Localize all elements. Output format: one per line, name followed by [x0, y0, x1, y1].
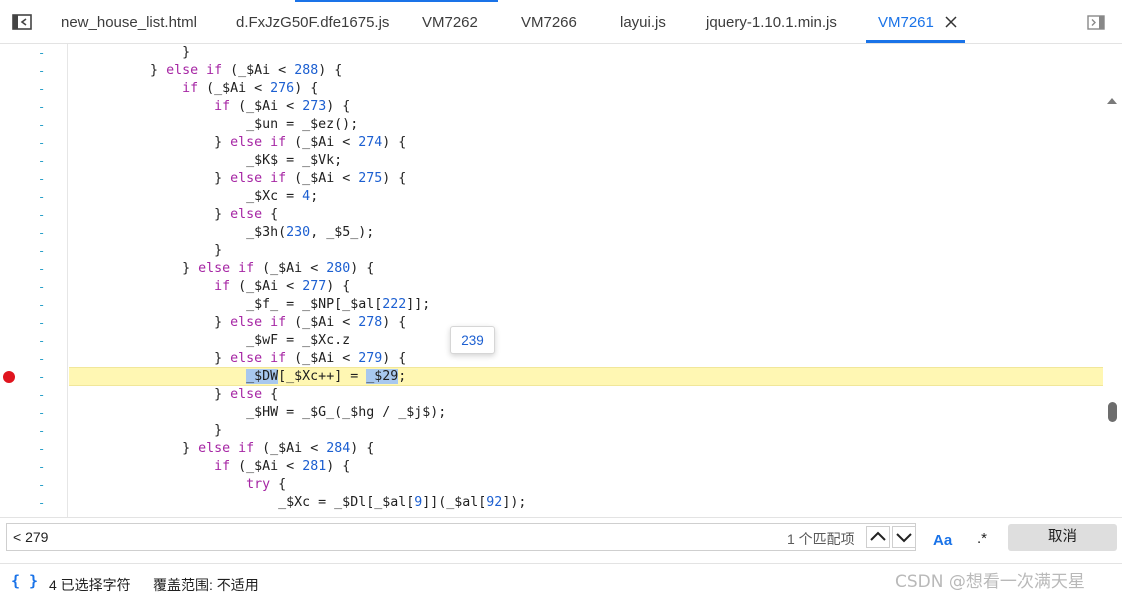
tab-vm7261[interactable]: VM7261 — [878, 0, 934, 44]
pretty-print-icon[interactable]: { } — [11, 572, 38, 590]
gutter-marker[interactable]: - — [38, 422, 48, 440]
code-editor[interactable]: -------------------------- } } else if (… — [0, 44, 1122, 517]
code-line[interactable]: _$3h(230, _$5_); — [70, 224, 374, 242]
code-line[interactable]: } else { — [70, 386, 278, 404]
gutter-marker[interactable]: - — [38, 242, 48, 260]
match-count: 1 个匹配项 — [787, 531, 855, 547]
code-line[interactable]: _$Xc = _$Dl[_$al[9]](_$al[92]); — [70, 494, 526, 512]
code-line[interactable]: _$wF = _$Xc.z — [70, 332, 350, 350]
search-input[interactable]: < 279 — [6, 523, 916, 551]
watermark: CSDN @想看一次满天星 — [895, 572, 1085, 592]
gutter-marker[interactable]: - — [38, 224, 48, 242]
search-bar: < 279 1 个匹配项 Aa .* 取消 — [0, 517, 1122, 563]
status-bar: { } 4 已选择字符 覆盖范围: 不适用 CSDN @想看一次满天星 — [0, 563, 1122, 595]
gutter-marker[interactable]: - — [38, 152, 48, 170]
code-line[interactable]: } — [70, 242, 222, 260]
toggle-navigator-icon[interactable] — [12, 14, 32, 30]
gutter-marker[interactable]: - — [38, 476, 48, 494]
code-line[interactable]: } else if (_$Ai < 288) { — [70, 62, 342, 80]
regex-button[interactable]: .* — [977, 530, 987, 547]
gutter-marker[interactable]: - — [38, 278, 48, 296]
gutter-marker[interactable]: - — [38, 116, 48, 134]
code-line[interactable]: _$HW = _$G_(_$hg / _$j$); — [70, 404, 446, 422]
gutter-marker[interactable]: - — [38, 206, 48, 224]
code-line[interactable]: if (_$Ai < 273) { — [70, 98, 350, 116]
gutter-marker[interactable]: - — [38, 98, 48, 116]
toggle-debugger-icon[interactable] — [1087, 15, 1105, 30]
code-line[interactable]: } — [70, 44, 190, 62]
code-line[interactable]: if (_$Ai < 277) { — [70, 278, 350, 296]
gutter-marker[interactable]: - — [38, 458, 48, 476]
next-match-icon[interactable] — [892, 526, 916, 548]
gutter-marker[interactable]: - — [38, 170, 48, 188]
scrollbar-thumb[interactable] — [1108, 402, 1117, 422]
gutter-marker[interactable]: - — [38, 386, 48, 404]
code-line[interactable]: } else if (_$Ai < 278) { — [70, 314, 406, 332]
tab-jquery[interactable]: jquery-1.10.1.min.js — [706, 0, 837, 44]
gutter-marker[interactable]: - — [38, 494, 48, 512]
match-case-button[interactable]: Aa — [933, 532, 952, 549]
tab-vm7266[interactable]: VM7266 — [521, 0, 577, 44]
gutter-marker[interactable]: - — [38, 80, 48, 98]
gutter-marker[interactable]: - — [38, 314, 48, 332]
tab-layui[interactable]: layui.js — [620, 0, 666, 44]
code-line[interactable]: } else { — [70, 206, 278, 224]
gutter-marker[interactable]: - — [38, 368, 48, 386]
code-line[interactable]: _$K$ = _$Vk; — [70, 152, 342, 170]
active-tab-underline — [866, 40, 965, 43]
gutter-marker[interactable]: - — [38, 404, 48, 422]
close-icon[interactable] — [944, 15, 958, 29]
cancel-button[interactable]: 取消 — [1008, 524, 1117, 551]
line-gutter[interactable]: -------------------------- — [0, 44, 68, 517]
gutter-marker[interactable]: - — [38, 62, 48, 80]
selection-status: 4 已选择字符 — [49, 577, 131, 593]
gutter-marker[interactable]: - — [38, 350, 48, 368]
gutter-marker[interactable]: - — [38, 260, 48, 278]
code-line[interactable]: } else if (_$Ai < 284) { — [70, 440, 374, 458]
tab-vm7262[interactable]: VM7262 — [422, 0, 478, 44]
tab-d-fxjzg50f[interactable]: d.FxJzG50F.dfe1675.js — [236, 0, 389, 44]
code-line[interactable]: if (_$Ai < 281) { — [70, 458, 350, 476]
code-line[interactable]: } — [70, 422, 222, 440]
code-line[interactable]: _$Xc = 4; — [70, 188, 318, 206]
code-line[interactable]: if (_$Ai < 276) { — [70, 80, 318, 98]
scroll-up-arrow-icon[interactable] — [1106, 96, 1118, 106]
value-tooltip: 239 — [450, 326, 495, 354]
code-line[interactable]: } else if (_$Ai < 280) { — [70, 260, 374, 278]
gutter-marker[interactable]: - — [38, 332, 48, 350]
tab-bar: new_house_list.html d.FxJzG50F.dfe1675.j… — [0, 0, 1122, 44]
code-line[interactable]: _$DW[_$Xc++] = _$29; — [70, 368, 406, 386]
gutter-marker[interactable]: - — [38, 134, 48, 152]
gutter-marker[interactable]: - — [38, 440, 48, 458]
tab-new-house-list[interactable]: new_house_list.html — [61, 0, 197, 44]
gutter-marker[interactable]: - — [38, 296, 48, 314]
breakpoint-icon[interactable] — [3, 371, 15, 383]
gutter-marker[interactable]: - — [38, 188, 48, 206]
code-line[interactable]: } else if (_$Ai < 279) { — [70, 350, 406, 368]
code-line[interactable]: } else if (_$Ai < 274) { — [70, 134, 406, 152]
previous-match-icon[interactable] — [866, 526, 890, 548]
code-line[interactable]: } else if (_$Ai < 275) { — [70, 170, 406, 188]
coverage-status: 覆盖范围: 不适用 — [153, 577, 259, 593]
code-line[interactable]: _$f_ = _$NP[_$al[222]]; — [70, 296, 430, 314]
code-line[interactable]: try { — [70, 476, 286, 494]
gutter-marker[interactable]: - — [38, 44, 48, 62]
code-line[interactable]: _$un = _$ez(); — [70, 116, 358, 134]
